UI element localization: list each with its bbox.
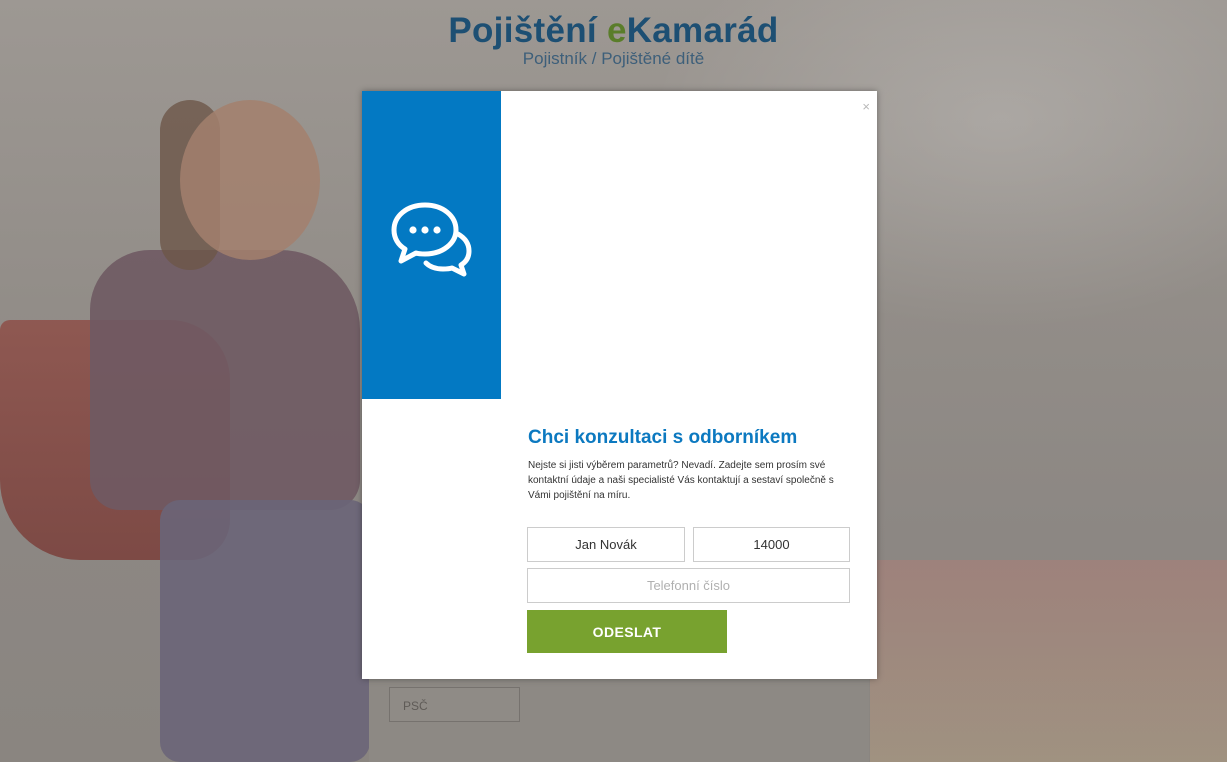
brand-prefix: Pojištění xyxy=(448,11,607,50)
site-header: Pojištění eKamarád Pojistník / Pojištěné… xyxy=(0,10,1227,68)
modal-title: Chci konzultaci s odborníkem xyxy=(528,427,798,448)
background-head xyxy=(180,100,320,260)
background-legs xyxy=(160,500,370,762)
modal-blue-panel xyxy=(362,91,501,399)
brand-subtitle: Pojistník / Pojištěné dítě xyxy=(522,49,705,68)
phone-field[interactable] xyxy=(527,568,850,603)
psc-field[interactable] xyxy=(693,527,850,562)
close-icon[interactable]: × xyxy=(862,100,870,113)
background-psc-field: PSČ xyxy=(389,687,520,722)
modal-description: Nejste si jisti výběrem parametrů? Nevad… xyxy=(528,460,834,501)
name-field[interactable] xyxy=(527,527,685,562)
background-child xyxy=(90,250,360,510)
background-sunset xyxy=(870,560,1227,762)
chat-bubbles-icon xyxy=(391,202,472,277)
consultation-modal: × Chci konzultaci s odborníkem Nejste si… xyxy=(362,91,877,679)
brand-suffix: Kamarád xyxy=(626,11,779,50)
submit-button[interactable]: ODESLAT xyxy=(527,610,727,653)
brand-logo[interactable]: Pojištění eKamarád xyxy=(0,10,1227,52)
brand-e: e xyxy=(606,11,627,50)
